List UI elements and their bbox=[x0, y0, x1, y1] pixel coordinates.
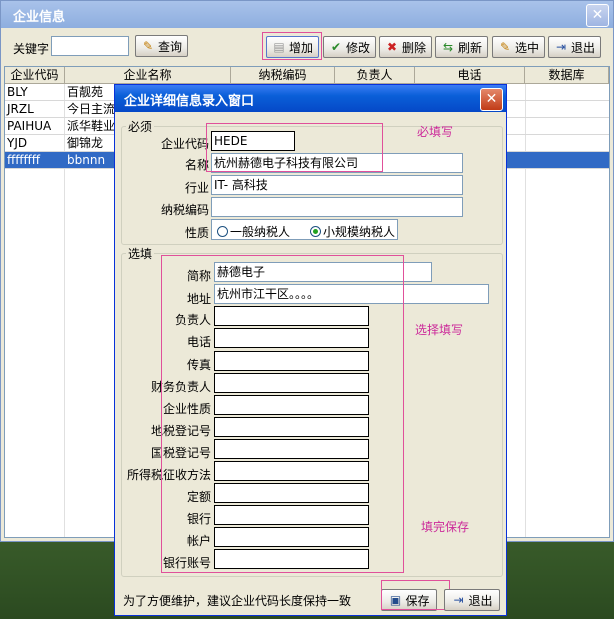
select-button[interactable]: ✎ 选中 bbox=[492, 36, 545, 58]
nature-small-radio[interactable]: 小规模纳税人 bbox=[310, 223, 395, 240]
col-header-manager[interactable]: 负责人 bbox=[335, 67, 415, 84]
keyword-input[interactable] bbox=[51, 36, 129, 56]
col-header-code[interactable]: 企业代码 bbox=[5, 67, 65, 84]
exit-icon: ⇥ bbox=[453, 593, 464, 607]
nature-label: 性质 bbox=[184, 226, 209, 240]
industry-label: 行业 bbox=[184, 181, 209, 195]
cell-code: BLY bbox=[7, 85, 28, 99]
required-group-label: 必须 bbox=[128, 120, 153, 134]
cell-code: ffffffff bbox=[7, 153, 41, 167]
optional-group-label: 选填 bbox=[128, 247, 153, 261]
search-button-label: 查询 bbox=[157, 39, 182, 54]
dialog-title-bar[interactable]: 企业详细信息录入窗口 ✕ bbox=[115, 85, 506, 112]
select-button-label: 选中 bbox=[514, 40, 539, 55]
cell-name: 百靓苑 bbox=[67, 85, 104, 99]
cell-name: 今日主流 bbox=[67, 102, 116, 116]
refresh-button[interactable]: ⇆ 刷新 bbox=[435, 36, 488, 58]
delete-button-label: 删除 bbox=[401, 40, 426, 55]
col-header-name[interactable]: 企业名称 bbox=[65, 67, 231, 84]
outer-title-bar[interactable]: 企业信息 ✕ bbox=[1, 1, 613, 28]
dialog-title: 企业详细信息录入窗口 bbox=[124, 94, 255, 109]
optional-highlight bbox=[161, 255, 404, 573]
col-header-phone[interactable]: 电话 bbox=[415, 67, 525, 84]
footer-hint: 为了方便维护，建议企业代码长度保持一致 bbox=[123, 594, 352, 608]
exit-button-label: 退出 bbox=[570, 40, 595, 55]
exit-button[interactable]: ⇥ 退出 bbox=[548, 36, 601, 58]
must-fill-note: 必填写 bbox=[417, 125, 454, 139]
taxcode-label: 纳税编码 bbox=[160, 203, 209, 217]
required-highlight bbox=[206, 123, 383, 172]
search-button[interactable]: ✎ 查询 bbox=[135, 35, 188, 57]
cell-name: 派华鞋业 bbox=[67, 119, 116, 133]
delete-button[interactable]: ✖ 删除 bbox=[379, 36, 432, 58]
cell-code: PAIHUA bbox=[7, 119, 52, 133]
dialog-exit-button-label: 退出 bbox=[468, 593, 493, 608]
outer-close-button[interactable]: ✕ bbox=[586, 4, 609, 27]
edit-button[interactable]: ✔ 修改 bbox=[323, 36, 376, 58]
exit-icon: ⇥ bbox=[555, 40, 567, 54]
col-header-database[interactable]: 数据库 bbox=[525, 67, 609, 84]
keyword-label: 关键字 bbox=[13, 42, 50, 56]
add-button-highlight bbox=[262, 32, 322, 60]
cell-name: 御锦龙 bbox=[67, 136, 104, 150]
choose-fill-note: 选择填写 bbox=[415, 323, 464, 337]
code-label: 企业代码 bbox=[160, 137, 209, 151]
nature-general-label: 一般纳税人 bbox=[230, 225, 291, 239]
cell-name: bbnnn bbox=[67, 153, 106, 167]
search-icon: ✎ bbox=[142, 39, 154, 53]
select-icon: ✎ bbox=[499, 40, 511, 54]
nature-small-label: 小规模纳税人 bbox=[323, 225, 396, 239]
save-button-highlight bbox=[381, 580, 450, 610]
nature-general-radio[interactable]: 一般纳税人 bbox=[217, 223, 290, 240]
cell-code: YJD bbox=[7, 136, 28, 150]
dialog-close-button[interactable]: ✕ bbox=[480, 88, 503, 111]
name-label: 名称 bbox=[184, 158, 209, 172]
cell-code: JRZL bbox=[7, 102, 34, 116]
detail-entry-dialog: 企业详细信息录入窗口 ✕ 必须 企业代码 HEDE 名称 杭州赫德电子科技有限公… bbox=[114, 84, 507, 616]
fill-save-note: 填完保存 bbox=[421, 520, 470, 534]
industry-input[interactable]: IT- 高科技 bbox=[211, 175, 463, 195]
edit-icon: ✔ bbox=[330, 40, 342, 54]
radio-circle-selected bbox=[310, 226, 321, 237]
delete-icon: ✖ bbox=[386, 40, 398, 54]
outer-window-title: 企业信息 bbox=[13, 10, 66, 25]
edit-button-label: 修改 bbox=[345, 40, 370, 55]
radio-circle bbox=[217, 226, 228, 237]
refresh-button-label: 刷新 bbox=[457, 40, 482, 55]
col-header-taxcode[interactable]: 纳税编码 bbox=[231, 67, 335, 84]
dialog-exit-button[interactable]: ⇥ 退出 bbox=[444, 589, 500, 611]
taxcode-input[interactable] bbox=[211, 197, 463, 217]
refresh-icon: ⇆ bbox=[442, 40, 454, 54]
